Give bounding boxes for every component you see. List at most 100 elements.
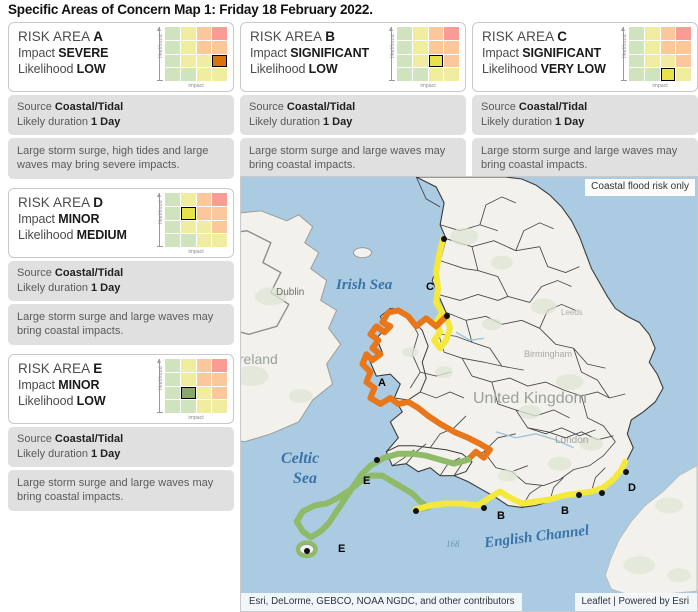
- source-value: Coastal/Tidal: [54, 433, 124, 445]
- map-legend-badge: Coastal flood risk only: [585, 179, 695, 196]
- risk-matrix-cell: [676, 40, 691, 54]
- impact-axis: impact: [629, 83, 691, 91]
- risk-card-e-summary: RISK AREA E Impact MINOR Likelihood LOW: [9, 355, 151, 423]
- impact-value: SIGNIFICANT: [522, 46, 602, 60]
- risk-matrix-cell: [444, 54, 459, 68]
- duration-label: Likely duration: [17, 281, 88, 294]
- risk-card-c[interactable]: RISK AREA C Impact SIGNIFICANT Likelihoo…: [472, 22, 698, 179]
- risk-card-b-header: RISK AREA B Impact SIGNIFICANT Likelihoo…: [240, 22, 466, 92]
- risk-matrix-cell: [196, 234, 212, 247]
- source-row: Source Coastal/Tidal: [17, 432, 225, 447]
- risk-matrix-cell: [212, 400, 227, 413]
- risk-matrix-cell-selected: [180, 386, 196, 400]
- risk-area-prefix: RISK AREA: [250, 29, 322, 44]
- source-row: Source Coastal/Tidal: [17, 100, 225, 115]
- risk-area-prefix: RISK AREA: [18, 195, 90, 210]
- risk-matrix-cell: [196, 54, 212, 68]
- risk-card-b[interactable]: RISK AREA B Impact SIGNIFICANT Likelihoo…: [240, 22, 466, 179]
- risk-card-d-impact: Impact MINOR: [18, 211, 151, 227]
- risk-card-a[interactable]: RISK AREA A Impact SEVERE Likelihood LOW…: [8, 22, 234, 179]
- map-point-marker: [576, 492, 582, 498]
- risk-matrix-cell: [196, 193, 212, 206]
- risk-card-d-summary: RISK AREA D Impact MINOR Likelihood MEDI…: [9, 189, 151, 257]
- risk-card-a-title: RISK AREA A: [18, 29, 151, 45]
- source-row: Source Coastal/Tidal: [249, 100, 457, 115]
- risk-matrix-cell: [676, 54, 691, 68]
- risk-matrix-cell: [165, 68, 180, 81]
- risk-card-e-meta: Source Coastal/Tidal Likely duration 1 D…: [8, 427, 234, 467]
- risk-matrix-cell-selected: [660, 68, 676, 81]
- risk-matrix-cell: [165, 206, 180, 220]
- risk-card-c-meta: Source Coastal/Tidal Likely duration 1 D…: [472, 95, 698, 135]
- map-canvas: [241, 177, 697, 611]
- risk-matrix-cell: [644, 54, 660, 68]
- risk-matrix-cell: [165, 359, 180, 372]
- map-attribution-sources: Esri, DeLorme, GEBCO, NOAA NGDC, and oth…: [241, 593, 523, 611]
- duration-row: Likely duration 1 Day: [17, 115, 225, 130]
- map-point-marker: [441, 236, 447, 242]
- map-point-marker: [374, 457, 380, 463]
- likelihood-label: Likelihood: [250, 62, 306, 76]
- risk-matrix-cell: [428, 27, 444, 40]
- risk-matrix-cell: [196, 359, 212, 372]
- duration-value: 1 Day: [323, 115, 353, 128]
- impact-axis: impact: [397, 83, 459, 91]
- risk-matrix-cell: [629, 40, 644, 54]
- likelihood-axis-label: likelihood: [158, 366, 164, 390]
- flood-risk-map[interactable]: Irish Sea Celtic Sea English Channel 168…: [240, 176, 698, 612]
- risk-card-d-description: Large storm surge and large waves may br…: [8, 304, 234, 345]
- likelihood-axis-label: likelihood: [158, 34, 164, 58]
- source-label: Source: [17, 433, 52, 445]
- risk-matrix-cell: [444, 27, 459, 40]
- risk-card-b-likelihood: Likelihood LOW: [250, 61, 383, 77]
- risk-card-a-meta: Source Coastal/Tidal Likely duration 1 D…: [8, 95, 234, 135]
- risk-card-d-header: RISK AREA D Impact MINOR Likelihood MEDI…: [8, 188, 234, 258]
- source-row: Source Coastal/Tidal: [17, 266, 225, 281]
- map-attribution-leaflet[interactable]: Leaflet | Powered by Esri: [575, 593, 697, 611]
- risk-matrix-cell: [180, 359, 196, 372]
- duration-row: Likely duration 1 Day: [17, 281, 225, 296]
- likelihood-axis: likelihood: [153, 359, 164, 413]
- risk-matrix-cell: [196, 386, 212, 400]
- page-title: Specific Areas of Concern Map 1: Friday …: [8, 2, 373, 17]
- risk-matrix-cell: [165, 372, 180, 386]
- impact-axis-label: impact: [397, 83, 459, 89]
- impact-label: Impact: [18, 378, 55, 392]
- risk-matrix-grid: [165, 27, 227, 81]
- risk-matrix-grid: [397, 27, 459, 81]
- risk-card-b-impact: Impact SIGNIFICANT: [250, 45, 383, 61]
- risk-matrix-cell: [412, 40, 428, 54]
- risk-matrix-cell-selected: [180, 206, 196, 220]
- risk-matrix-cell: [165, 40, 180, 54]
- risk-matrix-cell: [180, 400, 196, 413]
- risk-matrix-cell: [397, 68, 412, 81]
- risk-matrix-cell: [196, 68, 212, 81]
- risk-matrix-cell: [629, 54, 644, 68]
- risk-card-e[interactable]: RISK AREA E Impact MINOR Likelihood LOW …: [8, 354, 234, 511]
- duration-value: 1 Day: [555, 115, 585, 128]
- risk-matrix-cell: [180, 372, 196, 386]
- risk-card-d[interactable]: RISK AREA D Impact MINOR Likelihood MEDI…: [8, 188, 234, 345]
- source-value: Coastal/Tidal: [518, 101, 588, 113]
- risk-area-letter: B: [325, 29, 336, 44]
- duration-label: Likely duration: [249, 115, 320, 128]
- risk-matrix-cell: [212, 372, 227, 386]
- likelihood-axis: likelihood: [153, 27, 164, 81]
- duration-value: 1 Day: [91, 447, 121, 460]
- risk-matrix-cell: [180, 40, 196, 54]
- risk-card-c-title: RISK AREA C: [482, 29, 615, 45]
- impact-axis-label: impact: [629, 83, 691, 89]
- likelihood-axis: likelihood: [617, 27, 628, 81]
- risk-matrix-cell: [196, 220, 212, 234]
- risk-matrix-cell: [644, 27, 660, 40]
- duration-label: Likely duration: [17, 447, 88, 460]
- impact-label: Impact: [250, 46, 287, 60]
- impact-value: MINOR: [58, 212, 100, 226]
- risk-matrix-cell-selected: [428, 54, 444, 68]
- risk-card-d-title: RISK AREA D: [18, 195, 151, 211]
- likelihood-label: Likelihood: [18, 62, 74, 76]
- risk-cards-top-row: RISK AREA B Impact SIGNIFICANT Likelihoo…: [240, 22, 698, 179]
- impact-axis: impact: [165, 415, 227, 423]
- risk-matrix-cell: [180, 193, 196, 206]
- risk-area-prefix: RISK AREA: [18, 361, 90, 376]
